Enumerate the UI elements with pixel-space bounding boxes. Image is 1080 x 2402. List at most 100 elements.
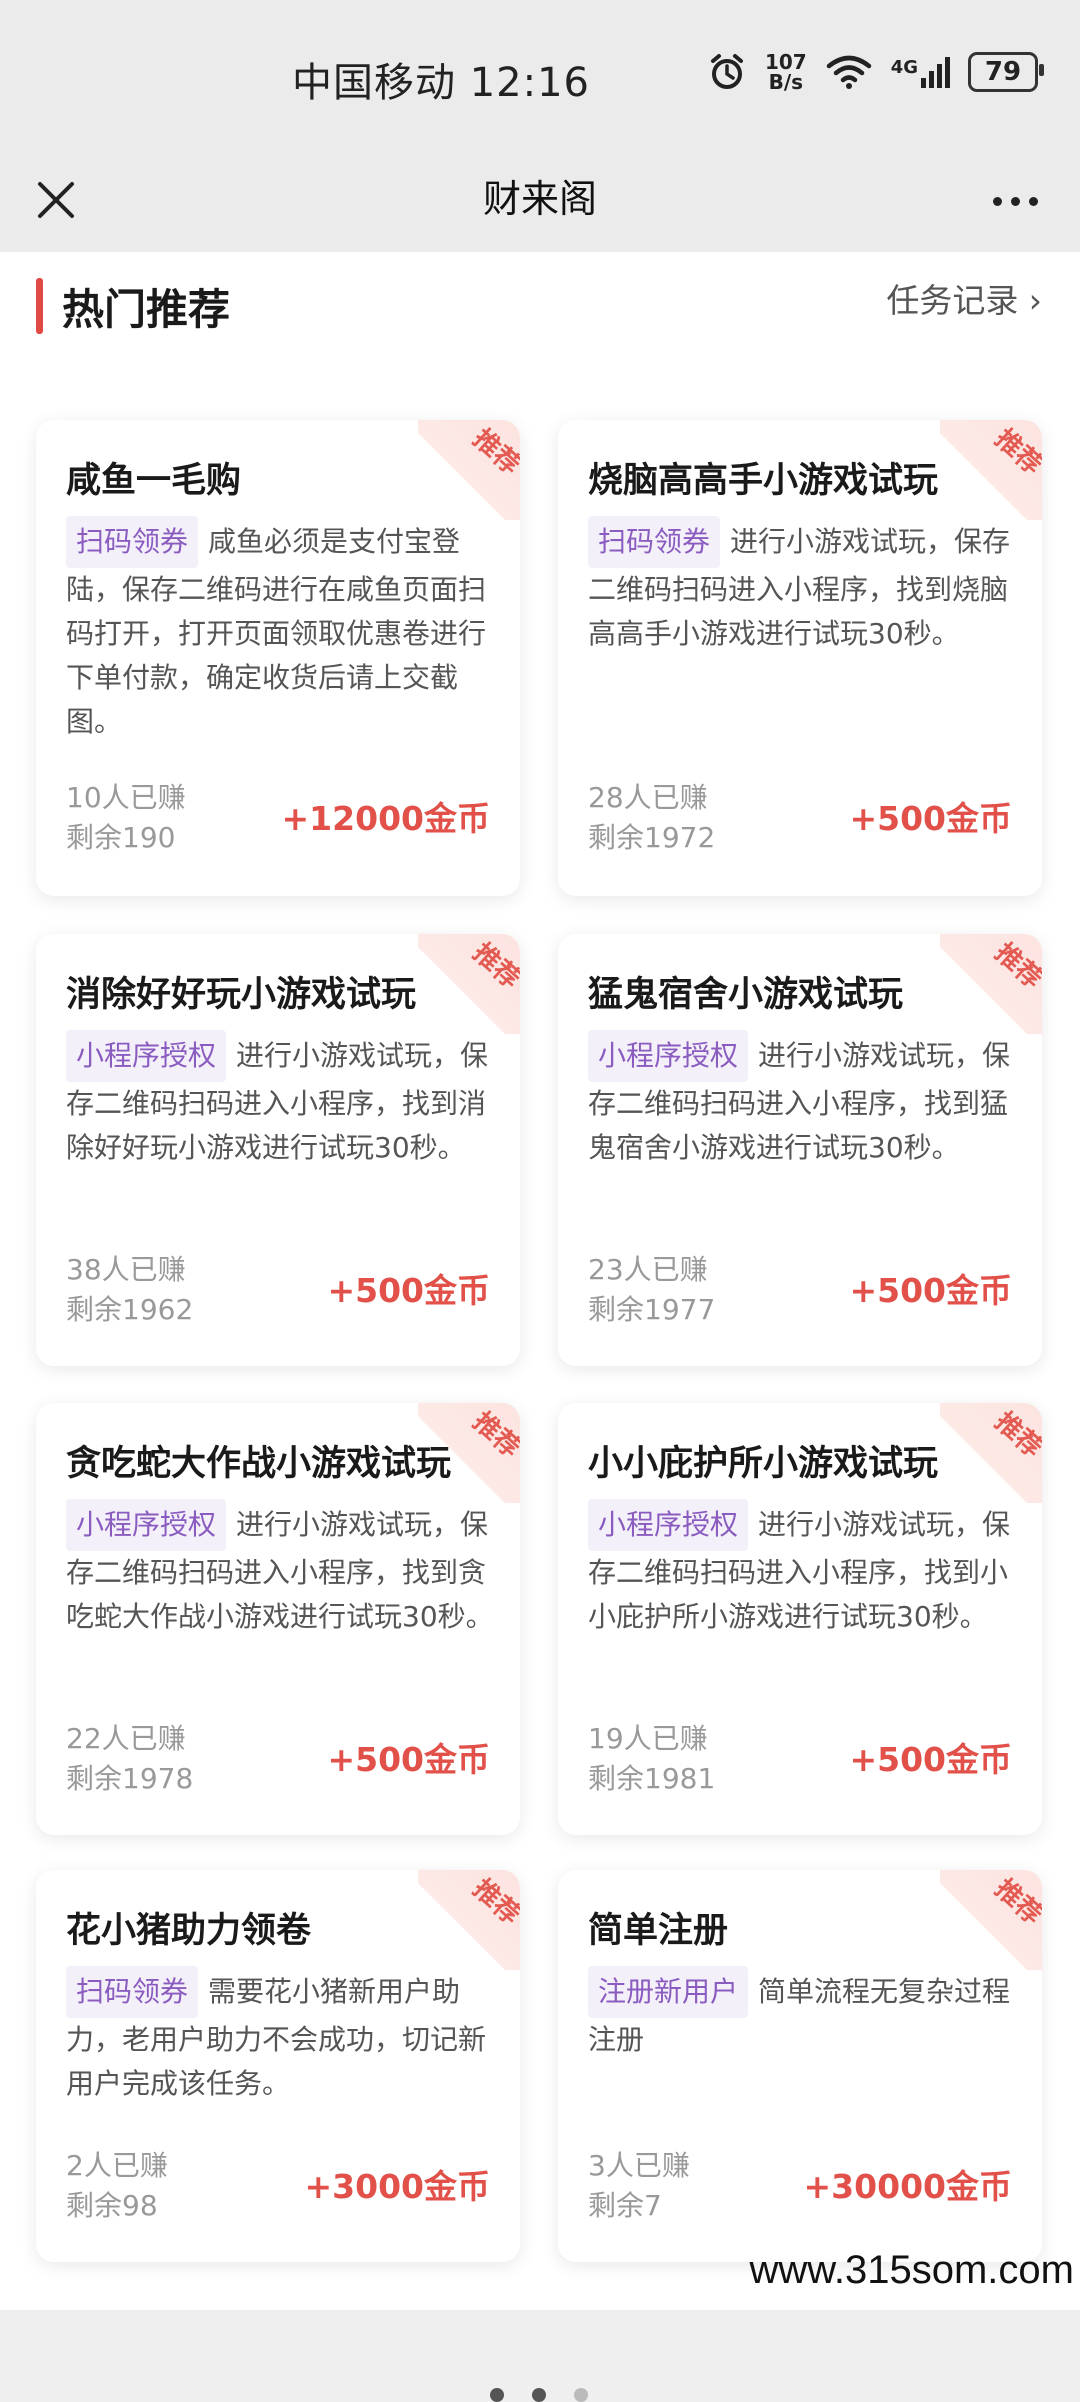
earned-count: 10人已赚剩余190 — [66, 778, 186, 858]
card-title: 简单注册 — [588, 1911, 729, 1951]
card-description: 小程序授权 进行小游戏试玩，保存二维码扫码进入小程序，找到消除好好玩小游戏进行试玩… — [66, 1030, 506, 1170]
remaining-text: 剩余1962 — [66, 1293, 194, 1326]
battery-level: 79 — [984, 57, 1022, 87]
signal-icon: 4G — [890, 56, 950, 88]
earned-text: 3人已赚 — [588, 2149, 690, 2182]
task-card[interactable]: 推荐 贪吃蛇大作战小游戏试玩小程序授权 进行小游戏试玩，保存二维码扫码进入小程序，找… — [36, 1403, 520, 1835]
task-card[interactable]: 推荐小小庇护所小游戏试玩小程序授权 进行小游戏试玩，保存二维码扫码进入小程序，找到… — [558, 1403, 1042, 1835]
more-button[interactable] — [980, 176, 1050, 226]
remaining-text: 剩余98 — [66, 2189, 158, 2222]
card-title: 烧脑高高手小游戏试玩 — [588, 461, 939, 501]
reward-amount: +500金币 — [849, 1740, 1012, 1779]
card-description: 小程序授权 进行小游戏试玩，保存二维码扫码进入小程序，找到小小庇护所小游戏进行试玩… — [588, 1499, 1028, 1639]
carrier-time: 中国移动 12:16 — [292, 60, 590, 106]
alarm-icon — [710, 54, 743, 89]
recommend-badge-label: 推荐 — [988, 423, 1042, 481]
card-title: 猛鬼宿舍小游戏试玩 — [588, 975, 904, 1015]
status-icons: 107 B/s 4G 79 — [707, 50, 1044, 94]
wifi-icon — [826, 55, 871, 89]
card-title: 贪吃蛇大作战小游戏试玩 — [66, 1444, 452, 1484]
reward-amount: +3000金币 — [304, 2167, 491, 2206]
task-card[interactable]: 推荐简单注册注册新用户 简单流程无复杂过程注册 3人已赚剩余7 +30000金币 — [558, 1870, 1042, 2262]
earned-count: 23人已赚剩余1977 — [588, 1250, 715, 1330]
task-card[interactable]: 推荐猛鬼宿舍小游戏试玩小程序授权 进行小游戏试玩，保存二维码扫码进入小程序，找到猛… — [558, 934, 1042, 1366]
reward-amount: +500金币 — [327, 1271, 490, 1310]
task-type-tag: 小程序授权 — [588, 1030, 749, 1082]
recommend-badge: 推荐 — [418, 1870, 520, 1970]
recommend-badge-label: 推荐 — [988, 937, 1042, 995]
task-type-tag: 扫码领券 — [66, 516, 199, 568]
task-card[interactable]: 推荐花小猪助力领卷扫码领券 需要花小猪新用户助力，老用户助力不会成功，切记新用户完… — [36, 1870, 520, 2262]
speed-unit: B/s — [768, 70, 804, 94]
recommend-badge: 推荐 — [940, 934, 1042, 1034]
earned-text: 22人已赚 — [66, 1722, 186, 1755]
card-description: 小程序授权 进行小游戏试玩，保存二维码扫码进入小程序，找到猛鬼宿舍小游戏进行试玩3… — [588, 1030, 1028, 1170]
earned-text: 10人已赚 — [66, 781, 186, 814]
section-marker — [36, 278, 43, 334]
earned-text: 19人已赚 — [588, 1722, 708, 1755]
earned-count: 19人已赚剩余1981 — [588, 1719, 715, 1799]
card-description: 扫码领券 进行小游戏试玩，保存二维码扫码进入小程序，找到烧脑高高手小游戏进行试玩3… — [588, 516, 1028, 656]
task-type-tag: 扫码领券 — [66, 1966, 199, 2018]
task-type-tag: 扫码领券 — [588, 516, 721, 568]
remaining-text: 剩余1972 — [588, 821, 716, 854]
earned-text: 28人已赚 — [588, 781, 708, 814]
task-type-tag: 小程序授权 — [588, 1499, 749, 1551]
card-description: 注册新用户 简单流程无复杂过程注册 — [588, 1966, 1028, 2062]
earned-text: 38人已赚 — [66, 1253, 186, 1286]
recommend-badge: 推荐 — [940, 1870, 1042, 1970]
page-dot — [532, 2388, 546, 2402]
recommend-badge: 推荐 — [418, 420, 520, 520]
card-title: 花小猪助力领卷 — [66, 1911, 312, 1951]
network-type: 4G — [890, 56, 918, 78]
battery-icon: 79 — [968, 52, 1044, 92]
card-description: 小程序授权 进行小游戏试玩，保存二维码扫码进入小程序，找到贪吃蛇大作战小游戏进行试… — [66, 1499, 506, 1639]
earned-count: 2人已赚 剩余98 — [66, 2146, 168, 2226]
remaining-text: 剩余190 — [66, 821, 176, 854]
reward-amount: +12000金币 — [281, 799, 490, 838]
recommend-badge-label: 推荐 — [466, 937, 520, 995]
reward-amount: +500金币 — [849, 799, 1012, 838]
nav-bar: 财来阁 — [0, 150, 1080, 252]
page-indicator — [490, 2388, 588, 2402]
remaining-text: 剩余1978 — [66, 1762, 194, 1795]
page-dot — [490, 2388, 504, 2402]
earned-count: 38人已赚剩余1962 — [66, 1250, 193, 1330]
recommend-badge: 推荐 — [940, 420, 1042, 520]
earned-count: 28人已赚剩余1972 — [588, 778, 715, 858]
task-card[interactable]: 推荐消除好好玩小游戏试玩小程序授权 进行小游戏试玩，保存二维码扫码进入小程序，找到… — [36, 934, 520, 1366]
watermark: www.315som.com — [749, 2248, 1074, 2292]
page-dot — [574, 2388, 588, 2402]
reward-amount: +30000金币 — [803, 2167, 1012, 2206]
page-title: 财来阁 — [482, 177, 597, 221]
speed-value: 107 — [764, 50, 807, 74]
earned-count: 22人已赚剩余1978 — [66, 1719, 193, 1799]
remaining-text: 剩余7 — [588, 2189, 662, 2222]
earned-text: 23人已赚 — [588, 1253, 708, 1286]
more-icon — [992, 196, 1002, 206]
card-description: 扫码领券 需要花小猪新用户助力，老用户助力不会成功，切记新用户完成该任务。 — [66, 1966, 506, 2106]
task-card[interactable]: 推荐烧脑高高手小游戏试玩扫码领券 进行小游戏试玩，保存二维码扫码进入小程序，找到烧… — [558, 420, 1042, 896]
recommend-badge-label: 推荐 — [466, 1873, 520, 1931]
recommend-badge: 推荐 — [418, 934, 520, 1034]
main-content: 热门推荐 任务记录 › 推荐 咸鱼一毛购 扫码领券 咸鱼必须是支付宝登陆，保存二维码进… — [0, 252, 1080, 2402]
reward-amount: +500金币 — [327, 1740, 490, 1779]
recommend-badge-label: 推荐 — [466, 1406, 520, 1464]
recommend-badge: 推荐 — [940, 1403, 1042, 1503]
recommend-badge-label: 推荐 — [988, 1873, 1042, 1931]
card-title: 小小庇护所小游戏试玩 — [588, 1444, 939, 1484]
task-type-tag: 小程序授权 — [66, 1499, 227, 1551]
task-record-link[interactable]: 任务记录 › — [886, 274, 1042, 322]
task-type-tag: 注册新用户 — [588, 1966, 749, 2018]
task-card[interactable]: 推荐 咸鱼一毛购扫码领券 咸鱼必须是支付宝登陆，保存二维码进行在咸鱼页面扫码打开，打… — [36, 420, 520, 896]
status-bar: 中国移动 12:16 107 B/s 4G 79 — [0, 0, 1080, 150]
card-title: 消除好好玩小游戏试玩 — [66, 975, 417, 1015]
recommend-badge-label: 推荐 — [988, 1406, 1042, 1464]
card-title: 咸鱼一毛购 — [66, 461, 242, 501]
remaining-text: 剩余1981 — [588, 1762, 716, 1795]
card-description: 扫码领券 咸鱼必须是支付宝登陆，保存二维码进行在咸鱼页面扫码打开，打开页面领取优惠… — [66, 516, 506, 744]
earned-count: 3人已赚剩余7 — [588, 2146, 690, 2226]
remaining-text: 剩余1977 — [588, 1293, 716, 1326]
task-type-tag: 小程序授权 — [66, 1030, 227, 1082]
section-title: 热门推荐 — [62, 285, 231, 334]
